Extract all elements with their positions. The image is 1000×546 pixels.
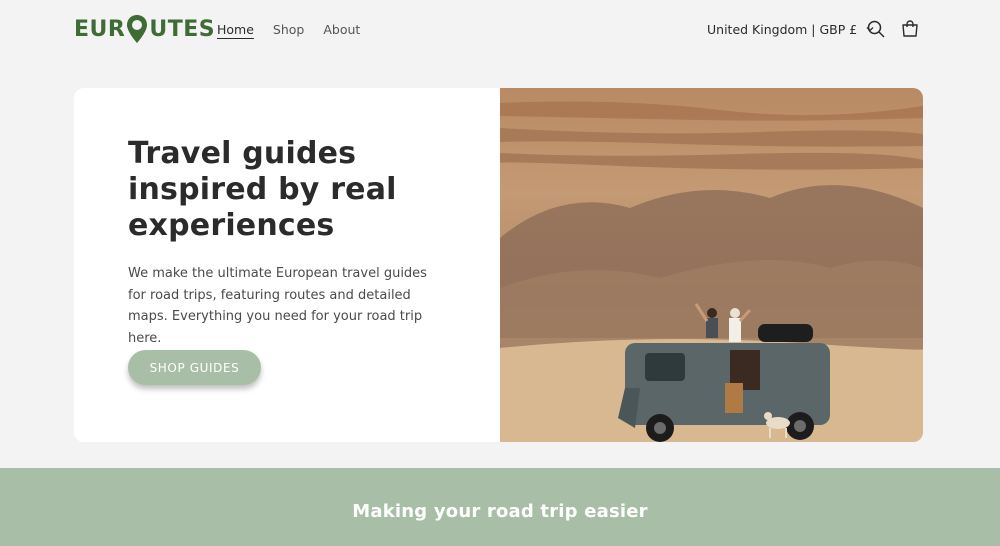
logo-text-left: EUR (74, 16, 126, 42)
logo-text-right: UTES (149, 16, 216, 42)
nav-item-about[interactable]: About (323, 22, 360, 37)
map-pin-icon (126, 14, 148, 44)
nav-item-shop[interactable]: Shop (273, 22, 304, 37)
search-icon[interactable] (866, 19, 886, 39)
brand-logo[interactable]: EUR UTES (74, 14, 215, 44)
site-header: EUR UTES Home Shop About United Kingdom … (0, 0, 1000, 60)
hero-photo (497, 88, 923, 442)
hero-card: Travel guides inspired by real experienc… (74, 88, 923, 442)
hero-description: We make the ultimate European travel gui… (128, 266, 427, 346)
cart-icon[interactable] (900, 19, 920, 39)
shop-guides-button[interactable]: SHOP GUIDES (128, 350, 261, 385)
banner-title: Making your road trip easier (352, 501, 648, 522)
locale-selector[interactable]: United Kingdom | GBP £ (707, 22, 875, 37)
locale-label: United Kingdom | GBP £ (707, 22, 858, 37)
nav-item-home[interactable]: Home (217, 22, 254, 37)
hero-text: Travel guides inspired by real experienc… (128, 136, 468, 349)
hero-title: Travel guides inspired by real experienc… (128, 136, 397, 243)
features-banner: Making your road trip easier (0, 468, 1000, 546)
main-nav: Home Shop About (217, 22, 360, 37)
